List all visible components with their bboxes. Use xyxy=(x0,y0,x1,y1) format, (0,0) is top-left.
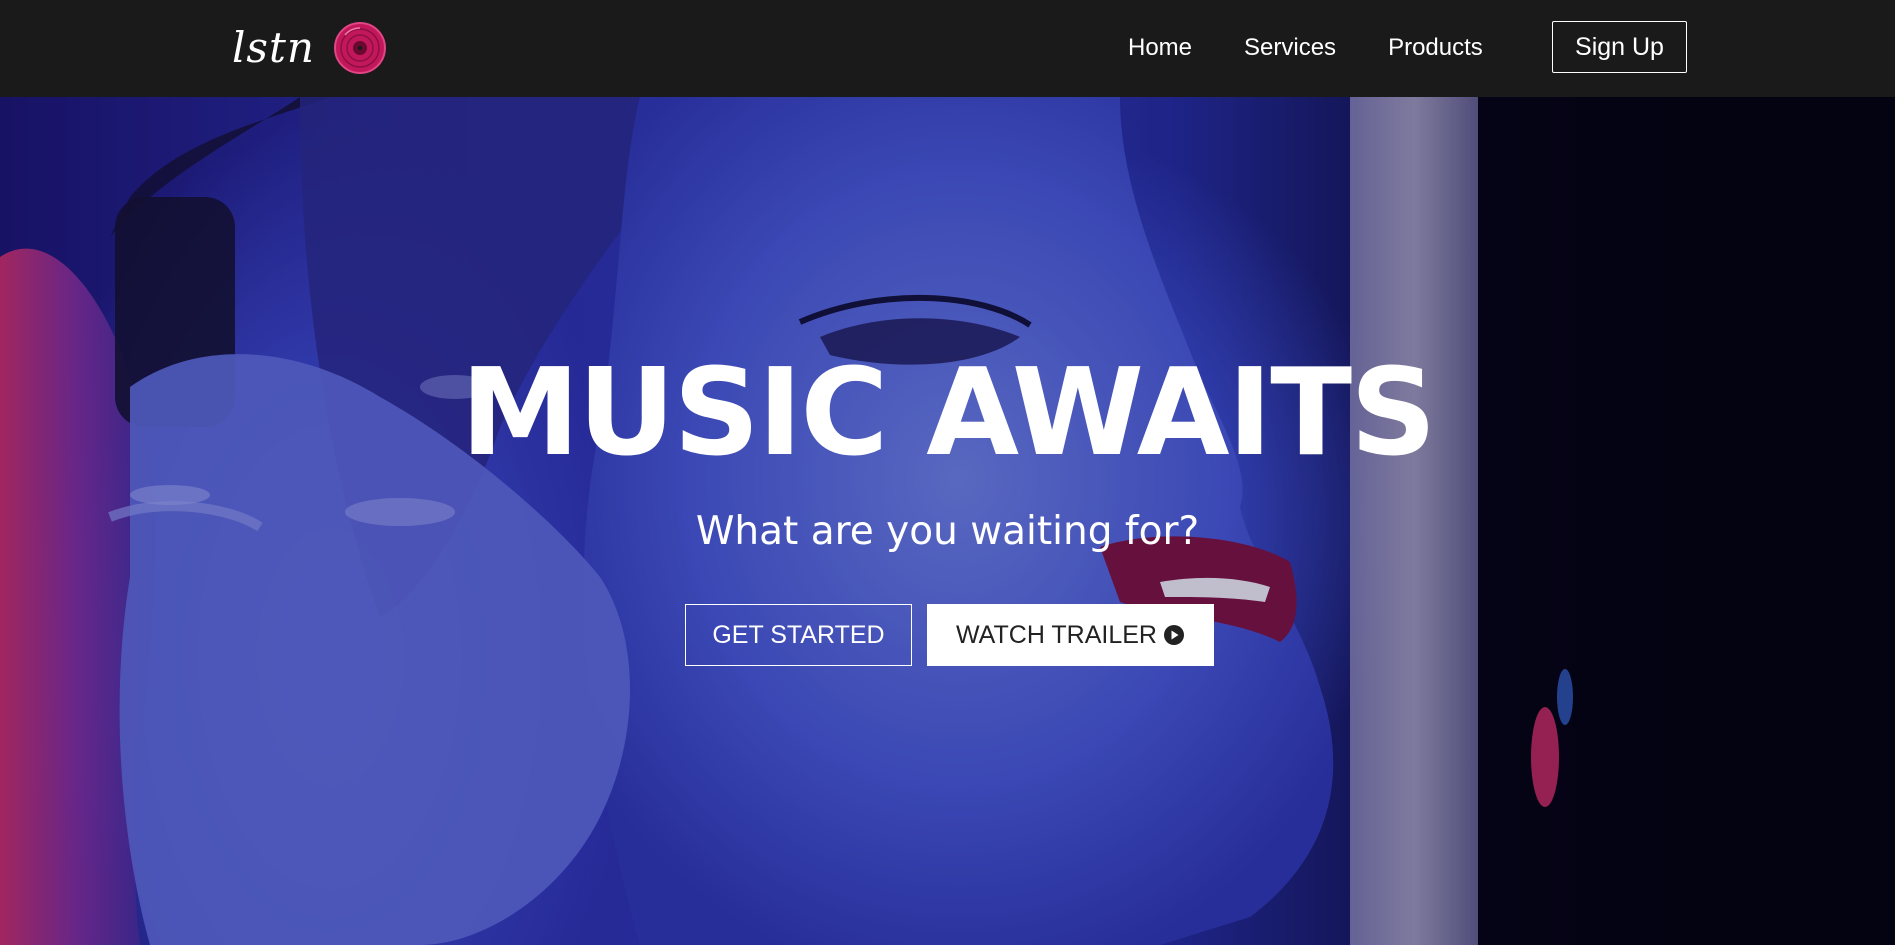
hero-content: MUSIC AWAITS What are you waiting for? G… xyxy=(0,97,1895,945)
brand-logo-link[interactable]: lstn xyxy=(232,18,387,78)
hero-subtitle: What are you waiting for? xyxy=(695,509,1200,554)
brand-logo-text: lstn xyxy=(232,23,315,72)
hero-title: MUSIC AWAITS xyxy=(460,344,1436,483)
nav-link-products[interactable]: Products xyxy=(1388,30,1483,66)
play-circle-icon xyxy=(1163,625,1184,645)
get-started-button[interactable]: GET STARTED xyxy=(685,604,912,666)
get-started-label: GET STARTED xyxy=(712,620,885,649)
watch-trailer-button[interactable]: WATCH TRAILER xyxy=(927,604,1214,666)
watch-trailer-label: WATCH TRAILER xyxy=(956,620,1157,649)
top-navbar: lstn Home Services Products Sign Up xyxy=(0,0,1895,97)
nav-links: Home Services Products xyxy=(1128,30,1535,66)
nav-link-services[interactable]: Services xyxy=(1244,30,1336,66)
nav-link-home[interactable]: Home xyxy=(1128,30,1192,66)
sign-up-button[interactable]: Sign Up xyxy=(1552,21,1687,73)
hero-section: MUSIC AWAITS What are you waiting for? G… xyxy=(0,97,1895,945)
vinyl-disc-icon xyxy=(333,22,386,74)
hero-button-row: GET STARTED WATCH TRAILER xyxy=(685,604,1214,666)
